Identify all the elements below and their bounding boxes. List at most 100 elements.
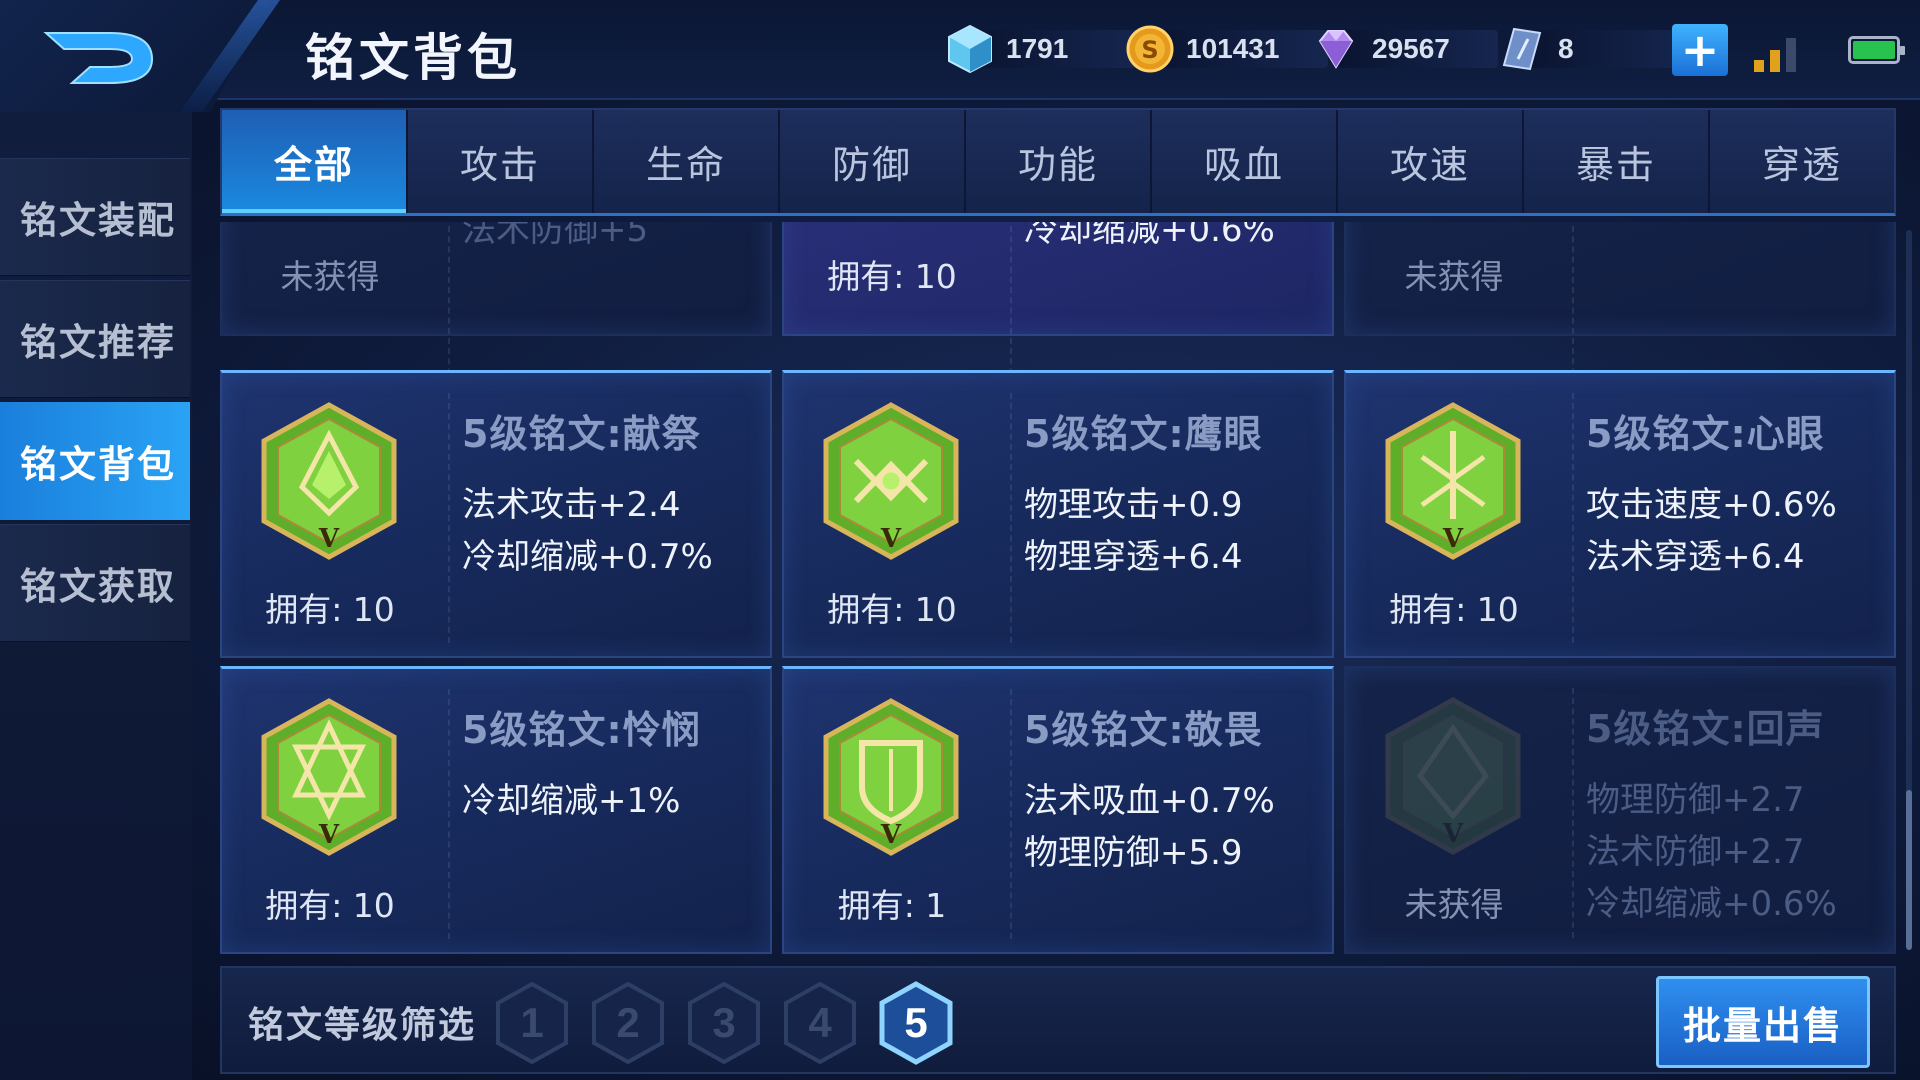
page-title: 铭文背包 (305, 29, 521, 87)
rune-huisheng-icon: V (1385, 697, 1521, 855)
rune-grid: 法术防御+5 未获得 冷却缩减+0.6% 拥有: 10 未获得 V 5级铭文:献… (220, 222, 1900, 960)
rune-name: 5级铭文:敬畏 (1024, 708, 1263, 752)
rune-card-jingwei[interactable]: V 5级铭文:敬畏 法术吸血+0.7% 物理防御+5.9 拥有: 1 (782, 666, 1334, 954)
add-currency-button[interactable]: + (1672, 24, 1728, 76)
tab-attack[interactable]: 攻击 (408, 110, 594, 213)
currency-gem: 29567 (1310, 26, 1498, 72)
tab-lifesteal[interactable]: 吸血 (1152, 110, 1338, 213)
rune-stat: 物理穿透+6.4 (1024, 537, 1243, 577)
rune-owned-count: 拥有: 1 (837, 886, 947, 925)
currency-value: 8 (1558, 33, 1574, 64)
rune-stat: 法术防御+5 (462, 222, 649, 250)
rune-lianmin-icon: V (261, 698, 397, 856)
rune-card-yingyan[interactable]: V 5级铭文:鹰眼 物理攻击+0.9 物理穿透+6.4 拥有: 10 (782, 370, 1334, 658)
level-filter-label: 铭文等级筛选 (248, 1005, 477, 1046)
currency-gold: S 101431 (1124, 25, 1328, 73)
rune-card[interactable]: 冷却缩减+0.6% 拥有: 10 (782, 222, 1334, 466)
level-number: 5 (904, 999, 928, 1046)
back-arrow-icon (43, 32, 154, 84)
bottom-bar: 铭文等级筛选 1 2 3 4 5 批量出售 (220, 966, 1896, 1074)
level-number: 4 (808, 999, 832, 1046)
currency-value: 101431 (1186, 33, 1280, 64)
rune-card-xianji[interactable]: V 5级铭文:献祭 法术攻击+2.4 冷却缩减+0.7% 拥有: 10 (220, 370, 772, 658)
category-tabs: 全部 攻击 生命 防御 功能 吸血 攻速 暴击 穿透 (220, 108, 1896, 216)
gold-coin-icon: S (1126, 25, 1174, 73)
batch-sell-button[interactable]: 批量出售 (1656, 976, 1870, 1068)
svg-text:V: V (1442, 524, 1464, 554)
currency-diamond: 1791 (944, 24, 1142, 74)
sidebar-item-label: 铭文装配 (20, 199, 176, 242)
rune-stat: 攻击速度+0.6% (1586, 485, 1837, 525)
tab-all[interactable]: 全部 (222, 110, 408, 213)
tab-attack-speed[interactable]: 攻速 (1338, 110, 1524, 213)
sidebar-item-rune-recommend[interactable]: 铭文推荐 (0, 280, 190, 398)
rune-card[interactable]: 法术防御+5 未获得 (220, 222, 772, 466)
rune-card-xinyan[interactable]: V 5级铭文:心眼 攻击速度+0.6% 法术穿透+6.4 拥有: 10 (1344, 370, 1896, 658)
level-filter-1[interactable]: 1 (492, 980, 572, 1066)
rune-stat: 冷却缩减+0.6% (1024, 222, 1275, 250)
sidebar-item-rune-equip[interactable]: 铭文装配 (0, 158, 190, 276)
rune-yingyan-icon: V (823, 402, 959, 560)
svg-text:V: V (880, 524, 902, 554)
rune-name: 5级铭文:献祭 (462, 412, 701, 456)
rune-name: 5级铭文:怜悯 (462, 708, 701, 752)
svg-text:S: S (1141, 36, 1158, 64)
tab-critical[interactable]: 暴击 (1524, 110, 1710, 213)
diamond-icon (948, 24, 992, 74)
rune-owned-count: 未获得 (1404, 257, 1504, 296)
rune-owned-count: 拥有: 10 (265, 590, 395, 629)
scrollbar-thumb[interactable] (1906, 790, 1912, 950)
svg-text:V: V (318, 524, 340, 554)
signal-icon (1754, 38, 1796, 72)
level-number: 1 (520, 999, 544, 1046)
rune-owned-count: 拥有: 10 (1389, 590, 1519, 629)
tab-defense[interactable]: 防御 (780, 110, 966, 213)
rune-owned-count: 未获得 (1404, 885, 1504, 924)
purple-gem-icon (1318, 30, 1354, 69)
rune-card-huisheng[interactable]: V 5级铭文:回声 物理防御+2.7 法术防御+2.7 冷却缩减+0.6% 未获… (1344, 666, 1896, 954)
tab-health[interactable]: 生命 (594, 110, 780, 213)
level-filter-5[interactable]: 5 (876, 980, 956, 1066)
rune-stat: 法术防御+2.7 (1586, 832, 1805, 872)
sidebar-item-label: 铭文获取 (20, 565, 176, 608)
battery-icon (1848, 36, 1905, 64)
sidebar-item-label: 铭文推荐 (20, 321, 176, 364)
level-number: 3 (712, 999, 736, 1046)
grid-scrollbar[interactable] (1906, 230, 1912, 950)
sidebar: 铭文装配 铭文推荐 铭文背包 铭文获取 (0, 112, 192, 1080)
rune-stat: 冷却缩减+1% (462, 781, 681, 821)
rune-name: 5级铭文:回声 (1586, 707, 1825, 751)
svg-text:V: V (318, 820, 340, 850)
rune-owned-count: 拥有: 10 (827, 590, 957, 629)
level-filter-4[interactable]: 4 (780, 980, 860, 1066)
sidebar-item-label: 铭文背包 (20, 443, 176, 486)
rune-xianji-icon: V (261, 402, 397, 560)
crystal-ticket-icon (1502, 27, 1542, 71)
rune-stat: 冷却缩减+0.6% (1586, 884, 1837, 924)
svg-text:V: V (880, 820, 902, 850)
rune-xinyan-icon: V (1385, 402, 1521, 560)
currency-value: 1791 (1006, 33, 1069, 64)
plus-icon: + (1680, 23, 1720, 77)
rune-stat: 物理防御+2.7 (1586, 780, 1805, 820)
level-number: 2 (616, 999, 640, 1046)
level-filter-3[interactable]: 3 (684, 980, 764, 1066)
rune-stat: 物理攻击+0.9 (1024, 485, 1243, 525)
rune-stat: 物理防御+5.9 (1024, 833, 1243, 873)
top-bar: 铭文背包 1791 S 101431 29567 8 + (0, 0, 1920, 112)
level-filter-2[interactable]: 2 (588, 980, 668, 1066)
sidebar-item-rune-bag[interactable]: 铭文背包 (0, 402, 190, 520)
tab-utility[interactable]: 功能 (966, 110, 1152, 213)
rune-owned-count: 拥有: 10 (265, 886, 395, 925)
rune-card[interactable]: 未获得 (1344, 222, 1896, 466)
rune-name: 5级铭文:鹰眼 (1024, 412, 1263, 456)
rune-card-lianmin[interactable]: V 5级铭文:怜悯 冷却缩减+1% 拥有: 10 (220, 666, 772, 954)
sidebar-item-rune-obtain[interactable]: 铭文获取 (0, 524, 190, 642)
rune-name: 5级铭文:心眼 (1586, 412, 1825, 456)
rune-stat: 法术攻击+2.4 (462, 485, 681, 525)
rune-stat: 法术穿透+6.4 (1586, 537, 1805, 577)
rune-jingwei-icon: V (823, 698, 959, 856)
tab-penetration[interactable]: 穿透 (1710, 110, 1894, 213)
currency-ticket: 8 (1496, 26, 1694, 72)
rune-stat: 法术吸血+0.7% (1024, 781, 1275, 821)
